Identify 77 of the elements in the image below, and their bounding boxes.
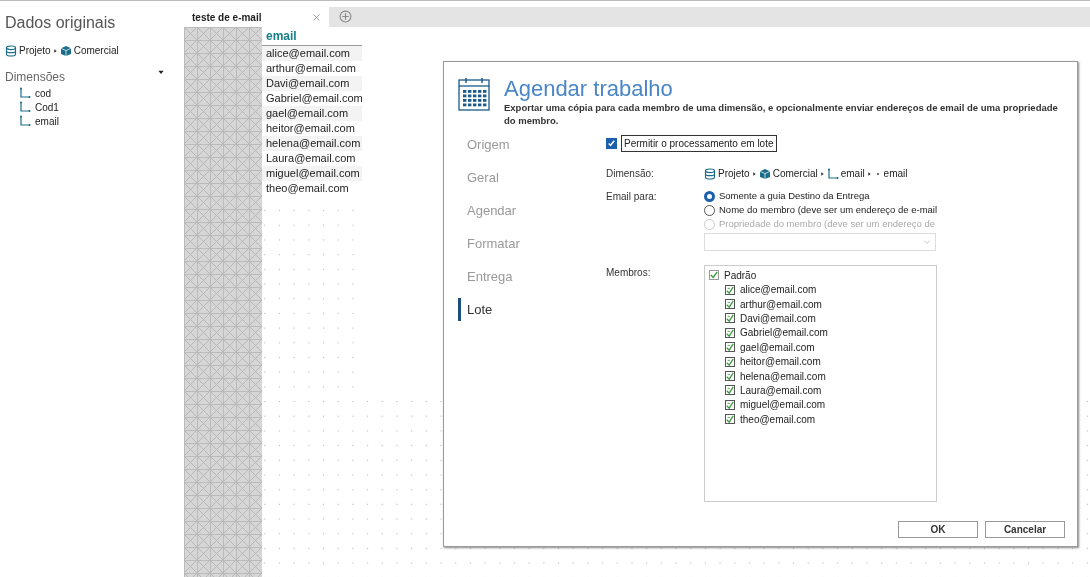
- add-tab-icon: [339, 10, 352, 23]
- tree-item[interactable]: theo@email.com: [740, 411, 816, 427]
- checkbox[interactable]: [725, 414, 735, 425]
- tree-item[interactable]: gael@email.com: [740, 339, 815, 355]
- table-cell: Davi@email.com: [262, 76, 362, 91]
- cube-icon: [59, 44, 72, 57]
- caret-right-icon: [52, 46, 58, 55]
- caret-right-icon: [819, 169, 825, 178]
- field-label: Dimensão:: [606, 167, 655, 182]
- database-icon: [704, 167, 716, 180]
- tree-item[interactable]: heitor@email.com: [740, 354, 821, 370]
- tree-item[interactable]: Davi@email.com: [740, 310, 816, 326]
- table-cell-text: heitor@email.com: [265, 121, 356, 136]
- axis-icon: [19, 115, 31, 127]
- panel-title: Dados originais: [5, 13, 117, 33]
- tree-item[interactable]: email: [35, 113, 59, 129]
- tree-item[interactable]: Cod1: [35, 99, 59, 115]
- calendar-icon: [458, 76, 490, 114]
- axis-icon: [826, 167, 839, 180]
- checkbox[interactable]: [725, 356, 735, 367]
- checkbox[interactable]: [725, 399, 735, 410]
- path-label: Projeto: [718, 167, 750, 182]
- tree-item[interactable]: Laura@email.com: [740, 382, 822, 398]
- path-label: Projeto: [19, 44, 51, 58]
- axis-icon: [19, 101, 31, 113]
- close-icon: [312, 12, 321, 22]
- tree-item[interactable]: Gabriel@email.com: [740, 325, 828, 341]
- database-icon: [5, 44, 17, 57]
- caret-right-icon: [866, 169, 872, 178]
- checkbox[interactable]: [725, 385, 735, 396]
- cube-icon: [758, 167, 771, 180]
- path-label: email: [840, 167, 865, 182]
- tree-item[interactable]: miguel@email.com: [740, 397, 826, 413]
- path-label: email: [883, 167, 908, 182]
- dialog-description: Exportar uma cópia para cada membro de uma dimensão, e opcionalmente enviar endereços de email de uma propriedade do membro.: [504, 102, 1059, 128]
- checkbox[interactable]: [725, 299, 735, 310]
- dialog-button[interactable]: Cancelar: [985, 521, 1065, 538]
- table-cell-text: theo@email.com: [265, 181, 350, 196]
- tree-item[interactable]: cod: [35, 85, 52, 101]
- tree-item[interactable]: helena@email.com: [740, 368, 826, 384]
- section-label: Dimensões: [5, 69, 66, 86]
- table-cell: gael@email.com: [262, 106, 362, 121]
- axis-icon: [19, 87, 31, 99]
- checkbox[interactable]: [725, 284, 735, 295]
- checkbox[interactable]: [725, 371, 735, 381]
- path-label: Comercial: [772, 167, 818, 182]
- tab-label: teste de e-mail: [192, 10, 262, 25]
- table-cell-text: Gabriel@email.com: [265, 91, 362, 106]
- radio-label: Somente a guia Destino da Entrega: [719, 188, 870, 203]
- chevron-down-icon: [923, 238, 931, 247]
- checkbox[interactable]: [709, 270, 719, 281]
- tree-item[interactable]: arthur@email.com: [740, 296, 822, 312]
- tree-item[interactable]: Padrão: [724, 267, 757, 283]
- dropdown-arrow-icon: [157, 68, 165, 76]
- checkbox[interactable]: [606, 138, 617, 150]
- checkbox[interactable]: [725, 313, 735, 324]
- radio-label: Nome do membro (deve ser um endereço de e-mail: [719, 202, 938, 217]
- dialog-button[interactable]: OK: [898, 521, 978, 538]
- checkbox[interactable]: [725, 342, 735, 353]
- radio-label: Propriedade do membro (deve ser um endereço de: [719, 216, 935, 231]
- tree-item[interactable]: alice@email.com: [740, 282, 817, 298]
- table-cell-text: arthur@email.com: [265, 61, 358, 76]
- tab[interactable]: teste de e-mail: [184, 7, 329, 27]
- table-cell: alice@email.com: [262, 46, 362, 61]
- radio-button[interactable]: [704, 190, 715, 202]
- table-cell: miguel@email.com: [262, 166, 362, 181]
- table-cell: helena@email.com: [262, 136, 362, 151]
- nav-item[interactable]: Lote: [458, 298, 606, 322]
- radio-button[interactable]: [704, 204, 715, 216]
- checkbox[interactable]: [725, 327, 735, 338]
- field-label: Email para:: [606, 190, 658, 205]
- caret-right-icon: [751, 169, 757, 178]
- dialog-title: Agendar trabalho: [504, 76, 674, 103]
- path-label: Comercial: [73, 44, 119, 58]
- checkbox-label: Permitir o processamento em lote: [621, 135, 777, 153]
- table-cell-text: Laura@email.com: [265, 151, 357, 166]
- field-label: Membros:: [606, 266, 652, 281]
